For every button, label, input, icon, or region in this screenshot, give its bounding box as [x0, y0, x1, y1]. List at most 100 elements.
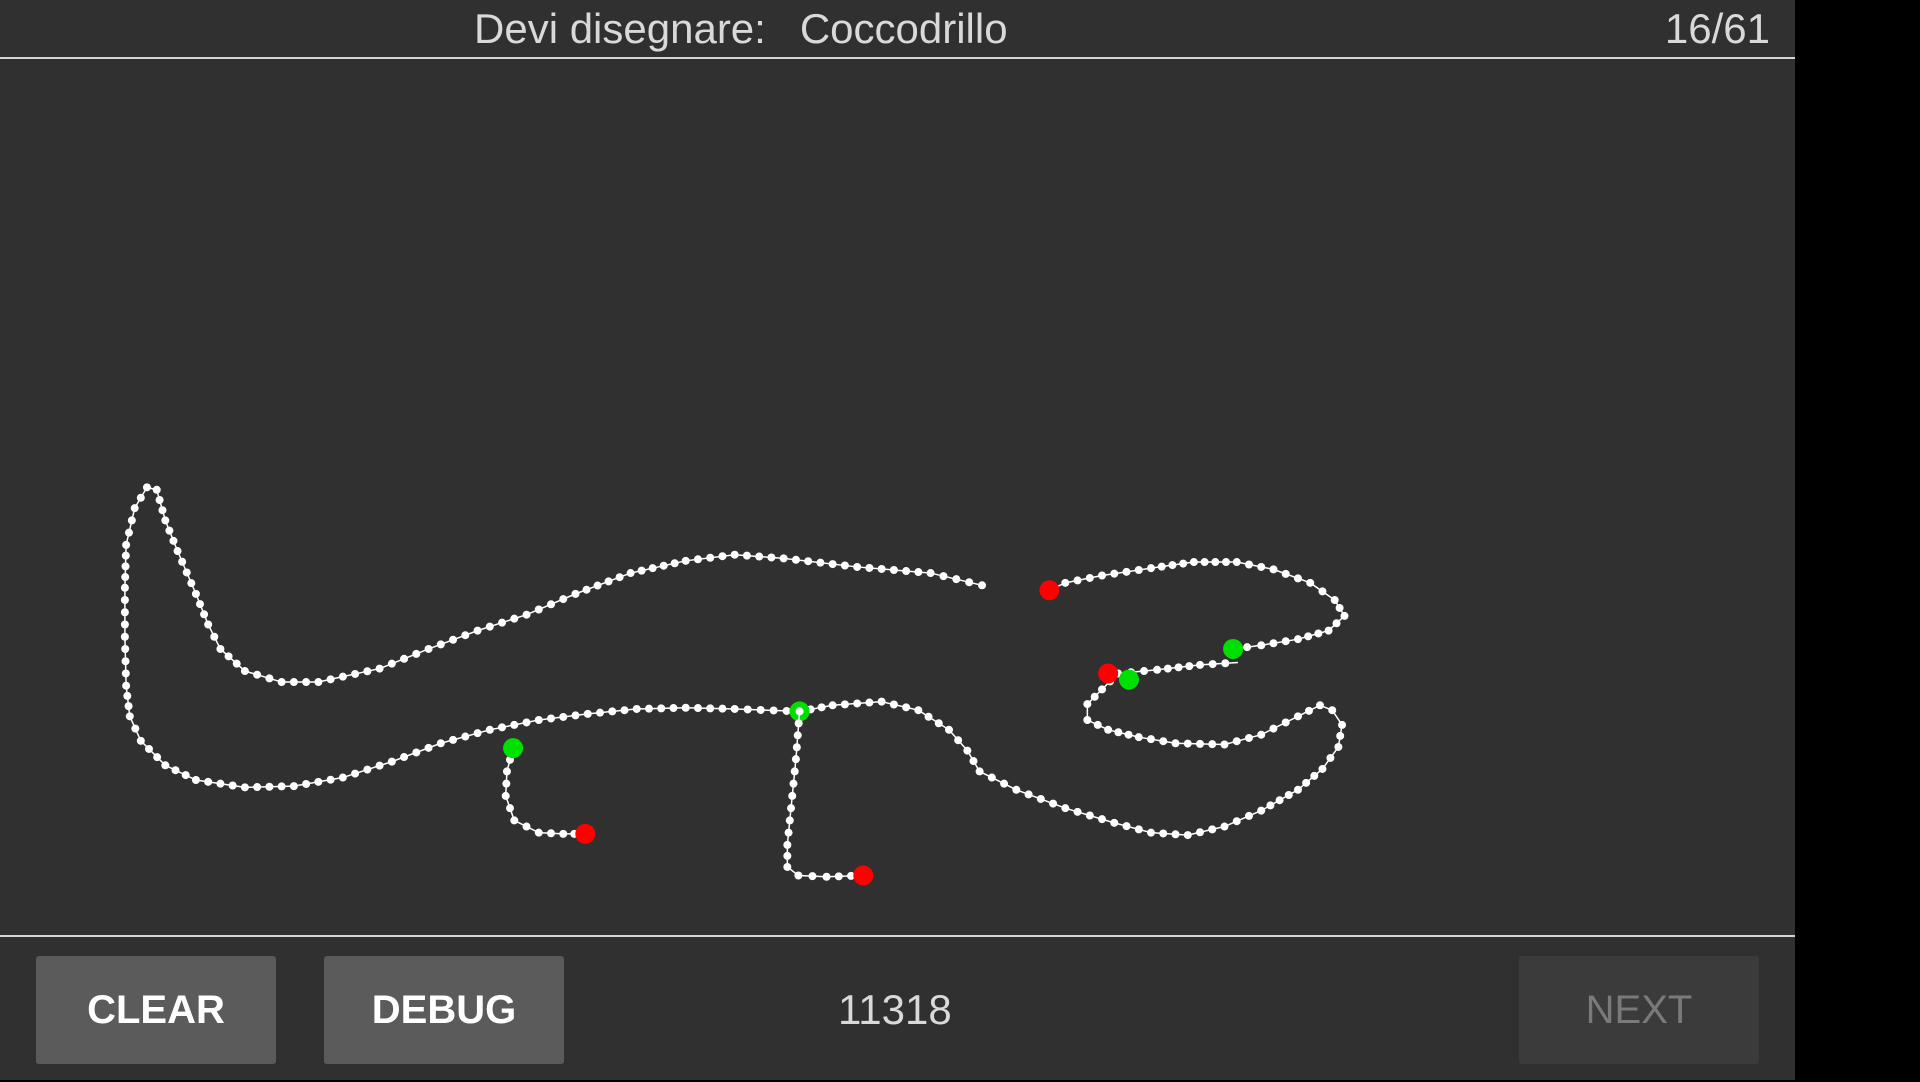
stroke-point	[121, 573, 130, 582]
stroke-point	[191, 776, 200, 784]
stroke-point	[473, 626, 482, 635]
stroke-point	[1340, 611, 1349, 620]
stroke-line	[124, 486, 983, 789]
stroke-point	[1232, 737, 1241, 746]
stroke-point	[510, 720, 519, 729]
stroke-point	[1310, 771, 1319, 780]
stroke-point	[1093, 720, 1102, 729]
stroke-point	[412, 649, 421, 658]
stroke-point	[1134, 566, 1143, 574]
stroke-point	[1147, 828, 1156, 837]
stroke-point	[1293, 785, 1302, 794]
stroke-point	[706, 704, 715, 713]
stroke-point	[657, 704, 666, 713]
stroke-point	[120, 608, 129, 617]
stroke-point	[265, 674, 274, 683]
stroke-point	[1232, 558, 1241, 567]
stroke-point	[1196, 828, 1204, 837]
stroke-point	[1124, 730, 1133, 739]
stroke-point	[1338, 720, 1347, 729]
stroke-point	[173, 547, 182, 556]
stroke-point	[924, 712, 933, 721]
stroke-point	[1049, 799, 1058, 808]
stroke-point	[669, 704, 678, 713]
stroke-point	[510, 816, 519, 825]
stroke-point	[534, 828, 543, 837]
stroke-point	[153, 753, 162, 762]
stroke-point	[1284, 791, 1293, 799]
stroke-point	[840, 700, 849, 709]
stroke-point	[326, 675, 335, 684]
stroke-point	[1304, 632, 1313, 641]
stroke-point	[1140, 667, 1149, 676]
stroke-point	[171, 766, 180, 775]
stroke-point	[122, 540, 131, 549]
stroke-point	[232, 659, 241, 668]
stroke-point	[1244, 811, 1253, 820]
stroke-point	[498, 723, 507, 732]
drawing-svg[interactable]	[0, 59, 1795, 935]
stroke-point	[1090, 692, 1099, 701]
stroke-point	[136, 736, 145, 745]
stroke-point	[130, 504, 139, 513]
stroke-point	[865, 698, 874, 707]
stroke-point	[1318, 587, 1327, 596]
stroke-start-marker	[503, 738, 524, 759]
stroke-point	[889, 566, 898, 574]
stroke-point	[1196, 739, 1204, 748]
stroke-end-marker	[1098, 663, 1119, 684]
stroke-point	[840, 561, 849, 570]
stroke-point	[1083, 700, 1092, 709]
stroke-point	[783, 851, 792, 860]
stroke-point	[191, 589, 200, 598]
stroke-point	[1266, 801, 1275, 810]
stroke-point	[196, 600, 204, 609]
stroke-point	[1269, 639, 1278, 648]
stroke-point	[604, 577, 613, 586]
stroke-point	[240, 783, 249, 792]
stroke-point	[1134, 825, 1143, 834]
stroke-point	[559, 595, 568, 604]
prompt-label: Devi disegnare:	[474, 5, 766, 52]
stroke-point	[131, 724, 140, 733]
stroke-point	[522, 822, 531, 831]
stroke-point	[424, 743, 433, 752]
stroke-point	[1122, 822, 1131, 831]
progress-counter: 16/61	[1664, 5, 1770, 52]
stroke-point	[718, 552, 727, 561]
stroke-point	[794, 719, 803, 728]
clear-button[interactable]: CLEAR	[36, 956, 276, 1064]
stroke-point	[314, 678, 323, 687]
debug-button[interactable]: DEBUG	[324, 956, 564, 1064]
stroke-point	[1293, 712, 1302, 721]
stroke-point	[1061, 804, 1070, 813]
stroke-point	[277, 678, 286, 687]
stroke-point	[902, 567, 911, 576]
drawing-prompt: Devi disegnare: Coccodrillo	[474, 6, 1008, 52]
stroke-point	[1153, 665, 1162, 674]
stroke-point	[1326, 753, 1335, 762]
stroke-point	[1306, 578, 1315, 587]
stroke-point	[693, 555, 702, 564]
stroke-point	[914, 568, 923, 577]
stroke-point	[853, 562, 862, 571]
stroke-point	[784, 828, 793, 837]
stroke-point	[1293, 574, 1302, 583]
next-button[interactable]: NEXT	[1519, 956, 1759, 1064]
stroke-point	[314, 777, 323, 786]
stroke-point	[121, 657, 130, 666]
stroke-point	[834, 872, 843, 881]
stroke-point	[637, 566, 646, 575]
drawing-canvas[interactable]	[0, 59, 1795, 935]
stroke-point	[204, 620, 213, 629]
stroke-point	[204, 777, 213, 786]
stroke-point	[963, 746, 972, 755]
stroke-point	[790, 767, 799, 776]
stroke-point	[1244, 733, 1253, 742]
stroke-point	[1110, 818, 1119, 827]
stroke-point	[779, 554, 788, 563]
stroke-point	[253, 783, 262, 792]
stroke-point	[987, 773, 996, 782]
stroke-point	[265, 782, 274, 791]
stroke-point	[791, 555, 800, 564]
